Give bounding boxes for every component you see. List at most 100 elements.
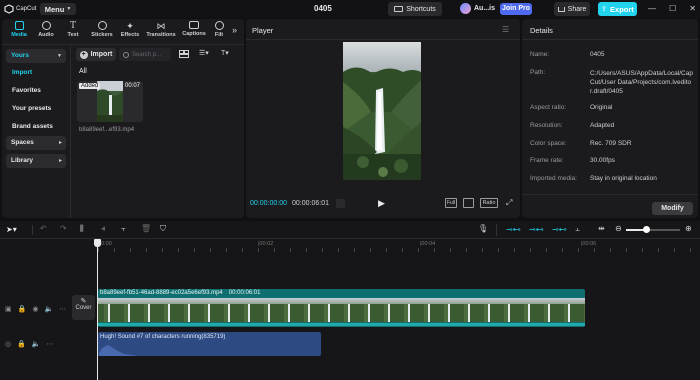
chevron-right-icon: ▸ [58,140,62,146]
window-controls: — ☐ ✕ [648,4,696,13]
sort-icon[interactable]: ☰▾ [199,49,209,57]
main-track-magnet-icon[interactable]: ⊸⊷ [506,225,521,235]
playhead[interactable] [97,239,98,380]
split-right-icon[interactable]: ⫟ [121,224,126,234]
tab-effects[interactable]: ✦ Effects [117,21,143,38]
audio-clip-name: Hugh! Sound #7 of characters running(835… [100,334,226,340]
sidebar-divider [70,45,71,218]
grid-view-icon[interactable] [179,50,189,58]
lock-icon[interactable]: 🔒 [18,305,27,313]
video-clip[interactable]: b8a89eef-fb51-46ad-8889-ec02a5e6ef93.mp4… [98,289,585,327]
keyboard-icon [394,6,404,12]
zoom-slider-handle[interactable] [643,226,650,233]
volume-icon[interactable]: 🔈 [44,305,53,313]
preview-axis-icon[interactable]: ⫠ [575,224,580,234]
minimize-icon[interactable]: — [648,4,656,13]
spaces-section[interactable]: Spaces ▸ [6,136,66,150]
edit-icon: ✎ [80,298,87,305]
sidebar-item-brand-assets[interactable]: Brand assets [8,120,66,134]
captions-icon [189,21,199,29]
redo-icon[interactable]: ↷ [60,224,67,233]
player-menu-icon[interactable]: ☰ [502,25,509,34]
ratio-button[interactable]: Ratio [480,198,498,208]
shield-icon[interactable]: ⛉ [160,224,166,234]
player-divider [246,39,520,40]
tab-transitions[interactable]: ⋈ Transitions [144,21,178,38]
detail-label-frame-rate: Frame rate: [530,157,564,164]
filter-type-icon[interactable]: T▾ [221,49,229,57]
tab-transitions-label: Transitions [146,32,176,38]
full-quality-button[interactable]: Full [445,198,457,208]
split-left-icon[interactable]: ⫞ [101,224,105,234]
import-button[interactable]: + Import [76,48,116,61]
yours-label: Yours [11,52,29,59]
video-clip-header: b8a89eef-fb51-46ad-8889-ec02a5e6ef93.mp4… [100,290,260,296]
play-icon[interactable]: ▶ [378,198,385,209]
maximize-icon[interactable]: ☐ [669,4,676,13]
shortcuts-label: Shortcuts [406,5,436,13]
more-icon[interactable]: ⋯ [47,340,54,348]
linkage-icon[interactable]: ⊸⊷ [552,225,567,235]
zoom-slider[interactable] [626,226,680,233]
volume-icon[interactable]: 🔈 [32,340,41,348]
sidebar-item-import[interactable]: Import [8,66,66,80]
playhead-handle[interactable] [94,239,101,247]
media-clip-thumbnail[interactable]: Added 00:07 [77,81,143,122]
track-toggle-icon[interactable]: ▣ [5,305,12,313]
detail-value-frame-rate: 30.00fps [590,157,615,164]
waterfall-thumbnail-image [97,81,123,122]
delete-icon[interactable]: 🗑 [141,224,151,233]
cover-button[interactable]: ✎ Cover [72,295,95,320]
tab-audio[interactable]: Audio [33,21,59,38]
sidebar-item-favorites[interactable]: Favorites [8,84,66,98]
menu-button[interactable]: Menu ▼ [40,3,76,15]
app-name: CapCut [16,6,37,12]
detail-value-imported-media: Stay in original location [590,175,657,182]
video-track-controls: ▣ 🔒 ◉ 🔈 ⋯ [5,305,66,313]
sidebar-item-presets[interactable]: Your presets [8,102,66,116]
zoom-in-icon[interactable]: ⊕ [685,224,692,233]
screenshot-icon[interactable] [463,198,474,208]
export-button[interactable]: ⇪ Export [598,2,637,16]
timecode-grid-icon[interactable] [336,199,345,208]
chevron-down-icon: ▼ [57,53,62,59]
library-section[interactable]: Library ▸ [6,154,66,168]
audio-track-icon[interactable]: ◎ [5,340,11,348]
audio-waveform [98,345,138,356]
shortcuts-button[interactable]: Shortcuts [388,2,442,16]
tab-text[interactable]: T Text [60,21,86,38]
split-icon[interactable]: ⫼ [80,224,84,234]
tab-stickers[interactable]: Stickers [88,21,116,38]
stickers-icon [97,21,107,30]
detail-label-path: Path: [530,69,546,76]
more-tabs-icon[interactable]: » [232,25,237,35]
tab-captions[interactable]: Captions [179,21,209,37]
undo-icon[interactable]: ↶ [40,224,47,233]
filter-all[interactable]: All [79,68,87,75]
select-cursor-icon[interactable]: ➤▾ [6,225,17,234]
tab-filters[interactable]: Filt [210,21,228,38]
audio-track-controls: ◎ 🔒 🔈 ⋯ [5,340,54,348]
share-button[interactable]: Share [554,2,590,16]
microphone-icon[interactable]: 🎙 [478,224,488,233]
fit-icon[interactable]: ⇹ [598,224,605,233]
audio-clip[interactable]: Hugh! Sound #7 of characters running(835… [98,332,321,356]
media-icon [14,21,24,30]
user-account[interactable]: Au...is [460,3,495,14]
tab-media[interactable]: Media [6,21,32,38]
modify-button[interactable]: Modify [652,202,693,215]
more-icon[interactable]: ⋯ [59,305,66,313]
close-icon[interactable]: ✕ [689,4,696,13]
tab-stickers-label: Stickers [91,32,113,38]
eye-icon[interactable]: ◉ [32,305,38,313]
join-pro-button[interactable]: Join Pro [500,3,532,15]
zoom-out-icon[interactable]: ⊖ [615,224,622,233]
media-clip-name: b8a89eef...ef93.mp4 [79,127,135,133]
auto-snap-icon[interactable]: ⊸⊷ [529,225,544,235]
share-icon [557,6,565,12]
search-input[interactable]: Search p... [119,48,171,61]
yours-section[interactable]: Yours ▼ [6,49,66,63]
details-panel: Details Name: 0405 Path: C:/Users/ASUS/A… [522,19,698,218]
lock-icon[interactable]: 🔒 [17,340,26,348]
fullscreen-icon[interactable]: ⤢ [506,198,512,208]
